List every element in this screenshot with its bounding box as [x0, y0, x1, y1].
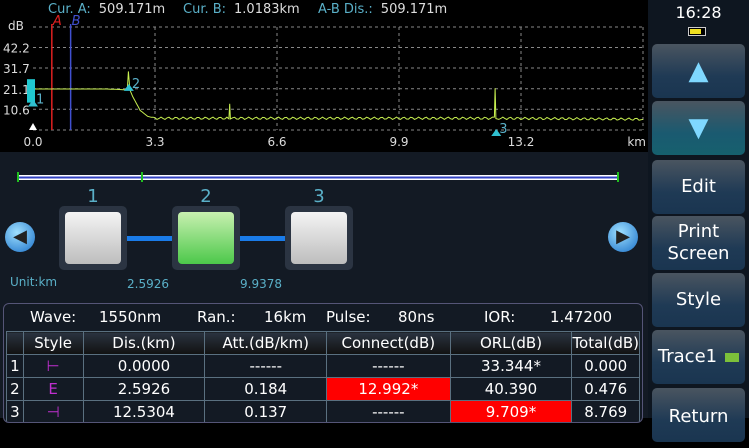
cell: 40.390 — [449, 377, 573, 401]
cell: 0.000 — [571, 354, 640, 378]
cell: ------ — [326, 354, 451, 378]
event-marker-label: 3 — [499, 122, 507, 137]
event-table: Wave: 1550nm Ran.: 16km Pulse: 80ns IOR: 1.4… — [3, 303, 643, 423]
col-header: Total(dB) — [571, 331, 640, 355]
segment-length: 2.5926 — [127, 277, 169, 291]
cell: 3 — [6, 400, 24, 422]
event-map: ◀ ▶ 1 2 3 Unit:km 2.5926 9.9378 — [0, 160, 648, 300]
table-row[interactable]: 2 E 2.5926 0.184 12.992* 40.390 0.476 — [6, 377, 640, 401]
cell: 0.184 — [204, 377, 328, 401]
table-row[interactable]: 3 ⊣ 12.5304 0.137 ------ 9.709* 8.769 — [6, 400, 640, 422]
range-value: 16km — [264, 308, 307, 326]
col-header: ORL(dB) — [449, 331, 573, 355]
ior-label: IOR: — [484, 308, 516, 326]
x-tick-label: 3.3 — [145, 135, 164, 149]
col-header: Style — [22, 331, 84, 355]
edit-button[interactable]: Edit — [652, 160, 745, 214]
event-number: 3 — [313, 186, 325, 207]
connector-icon — [65, 212, 121, 264]
cursor-a-label: A — [52, 14, 62, 29]
otdr-trace-chart[interactable]: Cur. A: 509.171m Cur. B: 1.0183km A-B Dis.… — [0, 0, 648, 152]
side-panel: 16:28 ▲ ▼ Edit Print Screen Style Trace1… — [648, 0, 749, 442]
connector-icon — [291, 212, 347, 264]
return-button[interactable]: Return — [652, 388, 745, 442]
pulse-value: 80ns — [398, 308, 435, 326]
y-tick-label: 42.2 — [3, 42, 30, 56]
fiber-segment — [127, 236, 173, 241]
segment-length: 9.9378 — [240, 277, 282, 291]
start-marker — [27, 79, 35, 103]
event-node-connector-selected[interactable] — [172, 206, 240, 270]
y-tick-label: 10.6 — [3, 103, 30, 117]
reflective-event-icon: E — [22, 377, 84, 401]
trace-line — [33, 71, 644, 121]
x-tick-label: 0.0 — [23, 135, 42, 149]
ior-value: 1.47200 — [550, 308, 613, 326]
trace-color-swatch — [725, 352, 740, 362]
trace-button[interactable]: Trace1 — [652, 330, 745, 384]
cell: 0.0000 — [82, 354, 206, 378]
x-axis-label: km — [627, 135, 646, 149]
down-button[interactable]: ▼ — [652, 101, 745, 155]
event-number: 1 — [87, 186, 99, 207]
cell: 33.344* — [449, 354, 573, 378]
triangle-down-icon: ▼ — [688, 113, 709, 143]
print-screen-button[interactable]: Print Screen — [652, 216, 745, 270]
splice-connector-icon — [178, 212, 234, 264]
battery-icon — [688, 27, 706, 36]
y-tick-label: 21.1 — [3, 83, 30, 97]
cell-alert: 12.992* — [326, 377, 451, 401]
cursor-b-label: B — [72, 14, 81, 29]
start-event-icon: ⊢ — [22, 354, 84, 378]
col-header: Dis.(km) — [82, 331, 206, 355]
pulse-label: Pulse: — [326, 308, 371, 326]
up-button[interactable]: ▲ — [652, 44, 745, 98]
arrow-left-icon: ◀ — [13, 226, 27, 247]
measurement-params: Wave: 1550nm Ran.: 16km Pulse: 80ns IOR: 1.4… — [4, 304, 642, 331]
cell: 12.5304 — [82, 400, 206, 422]
wave-label: Wave: — [30, 308, 77, 326]
event-node-end-connector[interactable] — [285, 206, 353, 270]
cell: 2.5926 — [82, 377, 206, 401]
event-marker-label: 2 — [132, 77, 140, 92]
range-label: Ran.: — [197, 308, 236, 326]
scroll-right-button[interactable]: ▶ — [608, 222, 638, 252]
col-header: Att.(dB/km) — [204, 331, 328, 355]
trace-label: Trace1 — [657, 346, 718, 367]
main-panel: Cur. A: 509.171m Cur. B: 1.0183km A-B Dis.… — [0, 0, 648, 423]
y-axis-label: dB — [8, 19, 24, 33]
end-event-icon: ⊣ — [22, 400, 84, 422]
events-table: Style Dis.(km) Att.(dB/km) Connect(dB) O… — [6, 331, 640, 422]
origin-marker-icon — [29, 123, 37, 130]
x-tick-label: 6.6 — [267, 135, 286, 149]
fiber-segment — [240, 236, 286, 241]
cell: 0.137 — [204, 400, 328, 422]
event-number: 2 — [200, 186, 212, 207]
clock: 16:28 — [675, 3, 722, 22]
scroll-left-button[interactable]: ◀ — [5, 222, 35, 252]
y-tick-label: 31.7 — [3, 62, 30, 76]
cell: 8.769 — [571, 400, 640, 422]
table-row[interactable]: 1 ⊢ 0.0000 ------ ------ 33.344* 0.000 — [6, 354, 640, 378]
arrow-right-icon: ▶ — [616, 226, 630, 247]
cell: 2 — [6, 377, 24, 401]
cell: 0.476 — [571, 377, 640, 401]
unit-label: Unit:km — [10, 275, 58, 289]
col-header: Connect(dB) — [326, 331, 451, 355]
cell: ------ — [326, 400, 451, 422]
x-tick-label: 9.9 — [389, 135, 408, 149]
style-button[interactable]: Style — [652, 273, 745, 327]
col-header — [6, 331, 24, 355]
event-node-start-connector[interactable] — [59, 206, 127, 270]
event-marker-label: 1 — [36, 93, 44, 108]
cell: ------ — [204, 354, 328, 378]
wave-value: 1550nm — [99, 308, 162, 326]
chart-svg: 0.0 3.3 6.6 9.9 13.2 42.2 31.7 21.1 10.6 dB km A B 1 2… — [3, 14, 646, 149]
triangle-up-icon: ▲ — [688, 56, 709, 86]
x-tick-label: 13.2 — [508, 135, 535, 149]
cell-alert: 9.709* — [449, 400, 573, 422]
cell: 1 — [6, 354, 24, 378]
